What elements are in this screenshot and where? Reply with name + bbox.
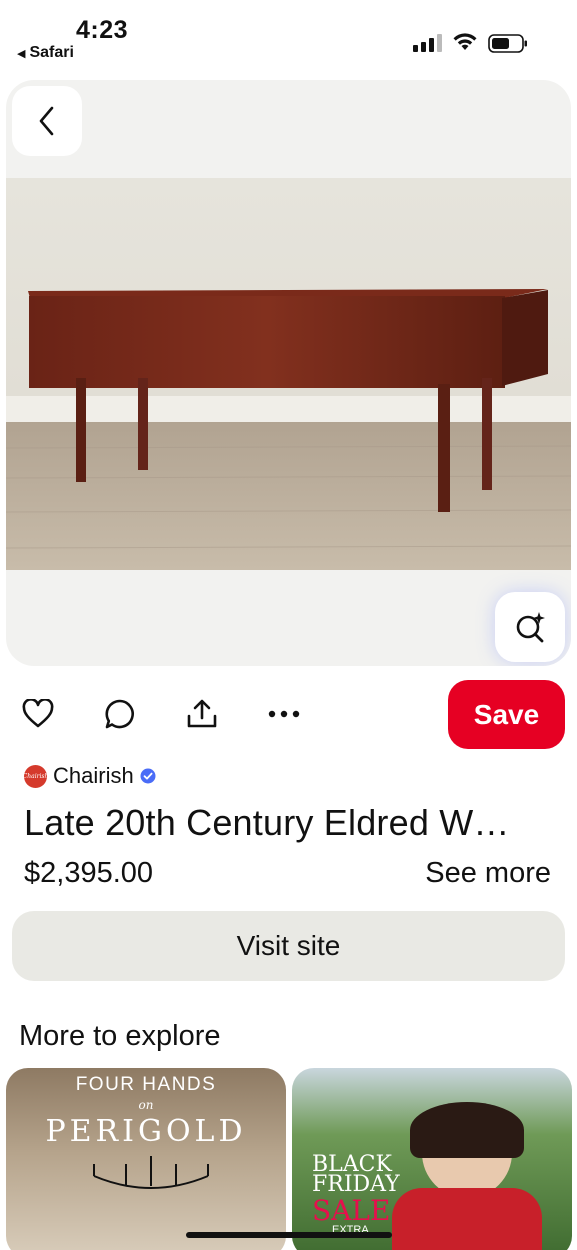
price: $2,395.00 <box>24 857 154 889</box>
pin-actions: Save <box>0 678 577 750</box>
comment-icon <box>105 699 134 729</box>
back-button[interactable] <box>12 86 82 156</box>
product-image[interactable] <box>6 178 571 570</box>
status-bar: 4:23 ◀ Safari <box>0 0 577 70</box>
tile-sale-line3: SALE <box>312 1194 391 1227</box>
pin-image-card <box>6 80 571 666</box>
like-button[interactable] <box>20 696 56 732</box>
tile-model-top <box>392 1188 542 1250</box>
merchant-name: Chairish <box>53 763 134 788</box>
battery-icon <box>488 34 527 53</box>
merchant-logo: Chairish <box>23 764 48 788</box>
back-chevron-icon <box>39 106 54 136</box>
status-time: 4:23 <box>76 16 129 44</box>
see-more-link[interactable]: See more <box>425 857 551 890</box>
tile-brand-line: FOUR HANDS <box>75 1074 217 1095</box>
tile-brand-connector: on <box>138 1098 154 1112</box>
tile-brand-name: PERIGOLD <box>45 1114 247 1149</box>
cellular-signal-icon <box>413 34 442 52</box>
visit-site-button[interactable]: Visit site <box>12 911 565 981</box>
merchant-row[interactable]: Chairish Chairish <box>23 763 156 789</box>
back-to-safari[interactable]: ◀ Safari <box>17 44 74 62</box>
home-indicator[interactable] <box>186 1232 392 1238</box>
more-options-button[interactable] <box>266 696 302 732</box>
visual-search-icon <box>516 612 545 643</box>
comment-button[interactable] <box>102 696 138 732</box>
back-app-label: Safari <box>29 44 74 61</box>
heart-icon <box>22 699 54 728</box>
save-button[interactable]: Save <box>448 680 565 749</box>
more-to-explore-heading: More to explore <box>19 1020 221 1052</box>
chandelier-icon <box>93 1156 209 1189</box>
share-icon <box>187 699 217 728</box>
explore-tile-black-friday[interactable]: BLACK FRIDAY SALE EXTRA <box>292 1068 572 1250</box>
tile-model-hair <box>410 1102 524 1158</box>
pin-detail-page: 4:23 ◀ Safari Save Chairish Chairish Lat… <box>0 0 577 1250</box>
more-icon <box>268 710 300 718</box>
explore-tile-perigold[interactable]: FOUR HANDS on PERIGOLD <box>6 1068 286 1250</box>
pin-title: Late 20th Century Eldred W… <box>24 802 510 843</box>
verified-icon <box>140 768 156 784</box>
wifi-icon <box>453 33 477 50</box>
back-triangle-icon: ◀ <box>17 47 26 60</box>
visual-search-button[interactable] <box>495 592 565 662</box>
share-button[interactable] <box>184 696 220 732</box>
